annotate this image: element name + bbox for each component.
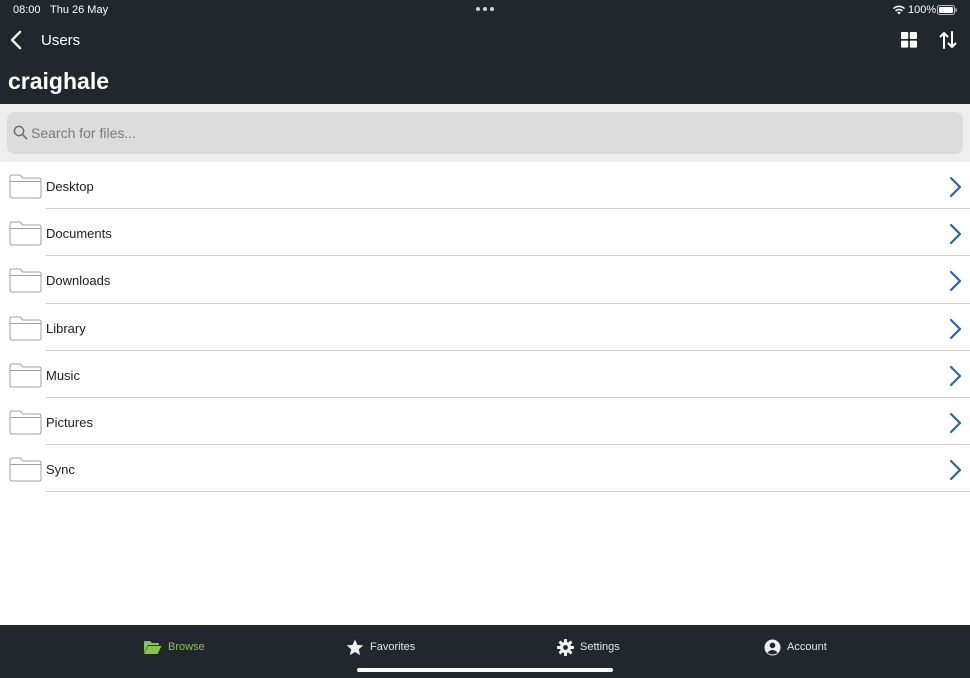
back-title[interactable]: Users [41,32,80,49]
battery-percent: 100% [908,4,937,16]
folder-row-pictures[interactable]: Pictures [0,398,970,446]
folder-row-desktop[interactable]: Desktop [0,162,970,210]
tab-label: Settings [580,641,620,653]
folder-row-music[interactable]: Music [0,351,970,398]
chevron-right-icon [949,412,962,434]
chevron-right-icon [949,224,962,245]
folder-open-icon [144,640,162,654]
folder-name: Library [46,320,86,336]
home-indicator[interactable] [357,668,613,672]
header: 08:00 Thu 26 May 100% Users craighale [0,0,970,104]
tab-label: Account [787,641,827,653]
folder-row-sync[interactable]: Sync [0,445,970,493]
row-divider [46,491,970,493]
chevron-right-icon [949,176,962,198]
folder-row-library[interactable]: Library [0,304,970,351]
folder-icon [9,457,42,482]
folder-name: Pictures [46,414,93,430]
tab-label: Favorites [370,641,416,653]
chevron-right-icon [949,365,962,386]
user-circle-icon [764,639,781,655]
gear-icon [557,638,574,656]
app-window: 08:00 Thu 26 May 100% Users craighale Se… [0,0,970,678]
folder-name: Music [46,367,80,383]
back-chevron-icon[interactable] [6,28,28,52]
folder-icon [9,363,42,388]
folder-icon [9,316,42,341]
folder-icon [9,221,42,246]
status-bar: 08:00 Thu 26 May 100% [0,0,970,20]
folder-row-downloads[interactable]: Downloads [0,256,970,304]
search-input[interactable] [31,112,951,154]
status-date: Thu 26 May [50,4,109,16]
tab-settings[interactable]: Settings [557,637,620,657]
folder-name: Downloads [46,273,111,289]
multitasking-dots-icon[interactable] [476,7,494,13]
chevron-right-icon [949,318,962,339]
battery-icon [937,5,957,15]
wifi-icon [892,5,906,15]
chevron-right-icon [949,271,962,292]
star-icon [346,639,364,655]
folder-name: Sync [46,462,75,478]
search-box[interactable] [7,112,963,154]
chevron-right-icon [949,460,962,481]
folder-name: Documents [46,226,112,242]
tab-favorites[interactable]: Favorites [346,637,415,657]
folder-icon [9,174,42,199]
folder-icon [9,268,42,293]
sort-icon[interactable] [937,30,959,50]
tab-account[interactable]: Account [764,637,827,657]
tab-bar: Browse Favorites Settings Account [0,625,970,678]
folder-icon [9,410,42,435]
tab-browse[interactable]: Browse [143,637,205,657]
folder-list: Desktop Documents Downloads Library Musi… [0,162,970,493]
tab-label: Browse [168,641,205,653]
search-bar-container [0,104,970,162]
status-time: 08:00 [13,4,41,16]
page-title: craighale [8,68,109,94]
nav-bar: Users [0,22,970,58]
folder-row-documents[interactable]: Documents [0,209,970,257]
search-icon [13,125,28,140]
grid-view-icon[interactable] [898,30,920,50]
folder-name: Desktop [46,179,94,194]
